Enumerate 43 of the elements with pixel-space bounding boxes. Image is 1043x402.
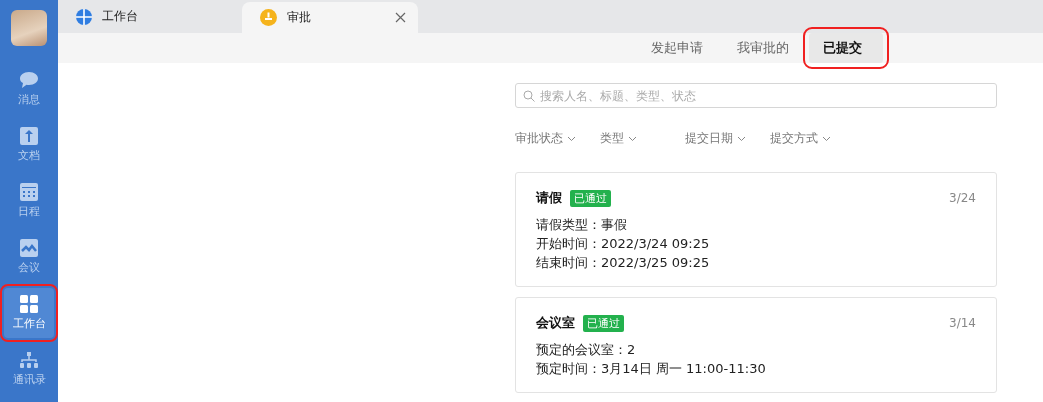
tab-label: 工作台: [102, 8, 139, 25]
card-title: 会议室: [536, 314, 575, 332]
stamp-icon: [260, 9, 277, 26]
document-icon: [20, 127, 38, 145]
status-badge: 已通过: [570, 189, 611, 207]
close-icon[interactable]: [395, 12, 406, 23]
status-badge: 已通过: [583, 314, 624, 332]
approval-card[interactable]: 会议室 已通过 3/14 预定的会议室：2 预定时间：3月14日 周一 11:00-11:30: [515, 297, 997, 393]
card-date: 3/14: [949, 316, 976, 330]
chevron-down-icon: [567, 135, 576, 142]
chevron-down-icon: [628, 135, 637, 142]
filter-dropdown[interactable]: 类型: [600, 130, 637, 147]
chevron-down-icon: [737, 135, 746, 142]
card-detail: 请假类型：事假: [536, 216, 628, 234]
card-detail: 预定时间：3月14日 周一 11:00-11:30: [536, 360, 767, 378]
segment-tab[interactable]: 发起申请: [637, 33, 717, 63]
card-detail: 结束时间：2022/3/25 09:25: [536, 254, 711, 272]
sidebar-item[interactable]: 文档: [4, 120, 54, 170]
org-chart-icon: [20, 351, 38, 369]
sidebar-item[interactable]: 消息: [4, 64, 54, 114]
filter-dropdown[interactable]: 提交日期: [685, 130, 746, 147]
card-detail: 开始时间：2022/3/24 09:25: [536, 235, 711, 253]
search-icon: [523, 90, 535, 102]
sidebar-item[interactable]: 日程: [4, 176, 54, 226]
card-title: 请假: [536, 189, 562, 207]
workbench-icon: [76, 8, 92, 25]
segment-tab[interactable]: 我审批的: [723, 33, 803, 63]
tab[interactable]: 工作台: [58, 0, 242, 33]
approval-card[interactable]: 请假 已通过 3/24 请假类型：事假 开始时间：2022/3/24 09:25 结束时间：2022/3/25 09:25: [515, 172, 997, 287]
tab-label: 审批: [287, 9, 312, 26]
sidebar-item[interactable]: 通讯录: [4, 344, 54, 394]
calendar-icon: [20, 183, 38, 201]
filter-dropdown[interactable]: 提交方式: [770, 130, 831, 147]
chevron-down-icon: [822, 135, 831, 142]
card-detail: 预定的会议室：2: [536, 341, 637, 359]
tab[interactable]: 审批: [242, 2, 418, 33]
sidebar-item[interactable]: 会议: [4, 232, 54, 282]
filter-dropdown[interactable]: 审批状态: [515, 130, 576, 147]
chat-bubble-icon: [19, 71, 39, 89]
grid-icon: [20, 295, 38, 313]
search-field[interactable]: 搜索人名、标题、类型、状态: [515, 83, 997, 108]
meeting-icon: [20, 239, 38, 257]
card-date: 3/24: [949, 191, 976, 205]
